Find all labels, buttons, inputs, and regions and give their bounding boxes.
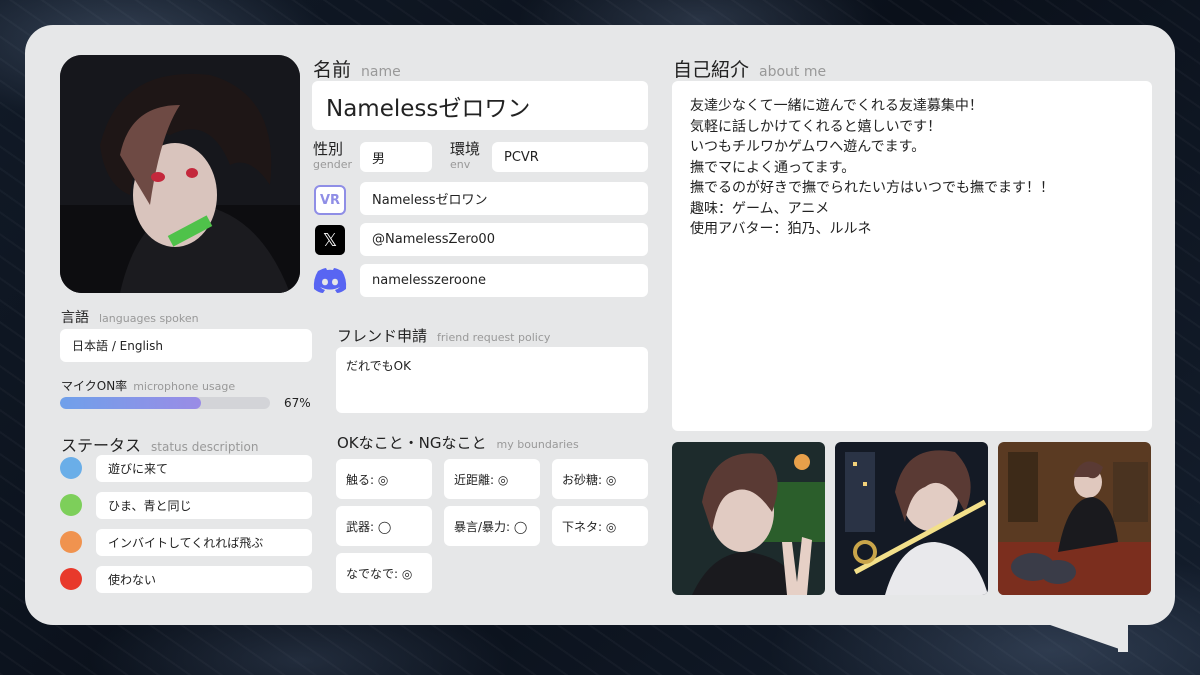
boundary-item: 近距離: ◎ <box>444 459 540 499</box>
status-dot <box>60 494 82 516</box>
about-field: 友達少なくて一緒に遊んでくれる友達募集中！ 気軽に話しかけてくれると嬉しいです！ い… <box>672 81 1152 431</box>
about-line: 気軽に話しかけてくれると嬉しいです！ <box>690 118 942 135</box>
env-field: PCVR <box>492 142 648 172</box>
x-handle-field: @NamelessZero00 <box>360 223 648 256</box>
about-line: 趣味：ゲーム、アニメ <box>690 200 830 217</box>
boundary-item: お砂糖: ◎ <box>552 459 648 499</box>
about-line: 撫でるのが好きで撫でられたい方はいつでも撫でます！！ <box>690 180 1054 196</box>
languages-label: 言語 languages spoken <box>61 310 199 326</box>
boundary-item: なでなで: ◎ <box>336 553 432 593</box>
status-item: インバイトしてくれれば飛ぶ <box>96 529 312 556</box>
vrchat-icon: VR <box>314 185 346 215</box>
gender-label: 性別 gender <box>313 140 352 172</box>
photo-1 <box>672 442 825 595</box>
discord-icon <box>313 267 347 293</box>
about-label: 自己紹介 about me <box>673 59 827 81</box>
languages-field: 日本語 / English <box>60 329 312 362</box>
about-line: 友達少なくて一緒に遊んでくれる友達募集中！ <box>690 98 983 114</box>
boundaries-label: OKなこと・NGなこと my boundaries <box>337 434 579 452</box>
status-item: 遊びに来て <box>96 455 312 482</box>
status-dot <box>60 457 82 479</box>
env-label: 環境 env <box>450 140 481 172</box>
status-dot <box>60 531 82 553</box>
status-item: 使わない <box>96 566 312 593</box>
about-line: 撫でマによく通ってます。 <box>690 159 856 176</box>
name-field: Namelessゼロワン <box>312 81 648 130</box>
about-line: 使用アバター：狛乃、ルルネ <box>690 221 872 237</box>
mic-label: マイクON率 microphone usage <box>61 379 236 393</box>
friend-request-label: フレンド申請 friend request policy <box>337 327 551 345</box>
mic-usage-bar-fill <box>60 397 201 409</box>
status-dot <box>60 568 82 590</box>
mic-percent: 67% <box>284 396 311 410</box>
discord-id-field: namelesszeroone <box>360 264 648 297</box>
status-item: ひま、青と同じ <box>96 492 312 519</box>
name-label: 名前 name <box>313 59 401 81</box>
boundary-item: 暴言/暴力: ◯ <box>444 506 540 546</box>
photo-2 <box>835 442 988 595</box>
photo-3 <box>998 442 1151 595</box>
friend-request-field: だれでもOK <box>336 347 648 413</box>
status-label: ステータス status description <box>61 436 259 455</box>
x-icon: 𝕏 <box>315 225 345 255</box>
avatar <box>60 55 300 293</box>
about-line: いつもチルワかゲムワへ遊んでます。 <box>690 139 926 155</box>
mic-usage-bar-track <box>60 397 270 409</box>
vrchat-id-field: Namelessゼロワン <box>360 182 648 215</box>
speech-tail <box>1030 618 1128 652</box>
boundary-item: 下ネタ: ◎ <box>552 506 648 546</box>
boundary-item: 武器: ◯ <box>336 506 432 546</box>
gender-field: 男 <box>360 142 432 172</box>
boundary-item: 触る: ◎ <box>336 459 432 499</box>
